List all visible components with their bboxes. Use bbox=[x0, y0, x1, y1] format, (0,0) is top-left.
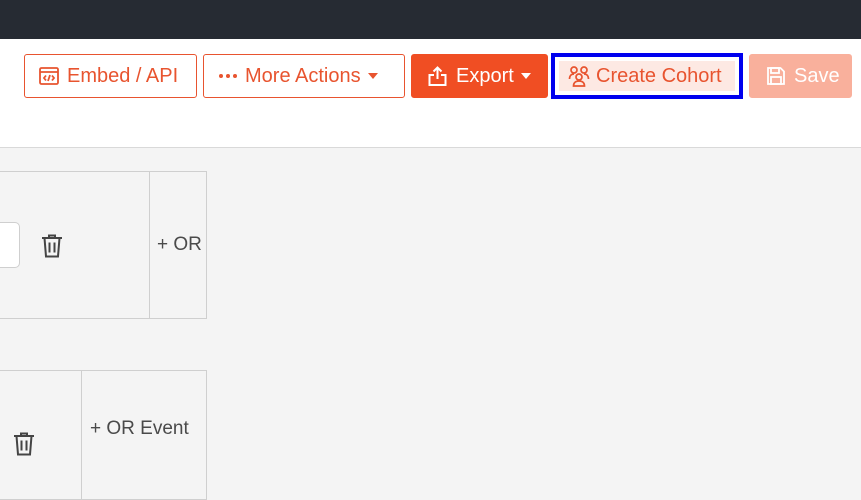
save-label: Save bbox=[794, 64, 840, 87]
top-navigation-bar bbox=[0, 0, 861, 39]
panel-divider bbox=[149, 172, 150, 318]
create-cohort-highlight bbox=[551, 53, 743, 99]
more-actions-label: More Actions bbox=[245, 64, 361, 87]
event-group-panel: + OR Event bbox=[0, 370, 207, 500]
floppy-disk-icon bbox=[766, 66, 786, 86]
add-or-event-button[interactable]: + OR Event bbox=[90, 418, 189, 440]
more-actions-button[interactable]: More Actions bbox=[203, 54, 405, 98]
panel-divider bbox=[81, 371, 82, 499]
trash-icon[interactable] bbox=[13, 432, 35, 461]
filter-value-input[interactable] bbox=[0, 222, 20, 268]
embed-api-button[interactable]: Embed / API bbox=[24, 54, 197, 98]
export-button[interactable]: Export bbox=[411, 54, 548, 98]
code-window-icon bbox=[39, 67, 59, 85]
export-label: Export bbox=[456, 64, 514, 87]
chevron-down-icon bbox=[520, 73, 531, 79]
share-upload-icon bbox=[428, 66, 447, 86]
trash-icon[interactable] bbox=[41, 234, 63, 263]
ellipsis-icon bbox=[219, 74, 237, 78]
chevron-down-icon bbox=[367, 73, 378, 79]
add-or-button[interactable]: + OR bbox=[157, 234, 202, 256]
save-button[interactable]: Save bbox=[749, 54, 852, 98]
embed-api-label: Embed / API bbox=[67, 64, 179, 87]
filter-group-panel: + OR bbox=[0, 171, 207, 319]
